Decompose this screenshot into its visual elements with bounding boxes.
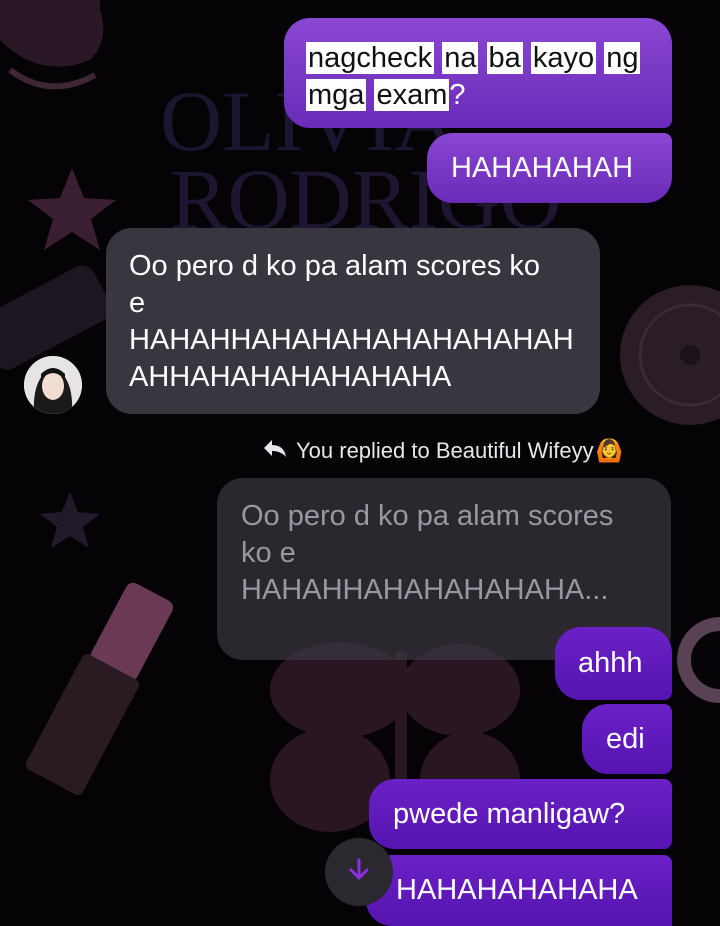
message-word: nagcheck [306, 42, 435, 74]
quoted-line: ko e [241, 537, 296, 569]
message-text: edi [606, 723, 645, 755]
reply-arrow-icon [262, 436, 288, 466]
message-text: pwede manligaw? [393, 798, 626, 830]
quoted-line: Oo pero d ko pa alam scores [241, 500, 614, 532]
arrow-down-icon [345, 856, 373, 889]
message-text: ahhh [578, 647, 643, 679]
message-line: e [129, 287, 146, 319]
message-word: ba [486, 42, 523, 74]
message-line: HAHAHHAHAHAHAHAHAHAHAH [129, 324, 574, 356]
message-line: Oo pero d ko pa alam scores ko [129, 250, 541, 282]
message-sent-6[interactable]: HAHAHAHAHAHA [366, 855, 672, 926]
message-text: HAHAHAHAHAHA [396, 874, 638, 906]
quoted-line: HAHAHHAHAHAHAHAHA... [241, 574, 609, 606]
message-line: AHHAHAHAHAHAHAHA [129, 361, 452, 393]
message-received-1[interactable]: Oo pero d ko pa alam scores ko e HAHAHHA… [106, 228, 600, 414]
message-word: ng [604, 42, 641, 74]
message-word: mga [306, 79, 367, 111]
reply-emoji: 🙆 [595, 438, 623, 463]
message-text: HAHAHAHAH [451, 152, 634, 184]
message-word: na [442, 42, 479, 74]
contact-avatar[interactable] [24, 356, 82, 414]
message-punctuation: ? [449, 79, 466, 111]
message-sent-4[interactable]: edi [582, 704, 672, 774]
message-sent-3[interactable]: ahhh [555, 627, 672, 700]
message-word: kayo [530, 42, 597, 74]
reply-label-text: You replied to Beautiful Wifeyy [296, 438, 594, 463]
message-sent-2[interactable]: HAHAHAHAH [427, 133, 672, 203]
message-sent-1[interactable]: nagcheck na ba kayo ng mga exam? [284, 18, 672, 128]
reply-indicator: You replied to Beautiful Wifeyy 🙆 [262, 436, 623, 466]
message-word: exam [374, 79, 450, 111]
message-sent-5[interactable]: pwede manligaw? [369, 779, 672, 849]
scroll-to-bottom-button[interactable] [325, 838, 393, 906]
chat-screen: OLIVIA RODRIGO nagcheck na ba kayo ng mg… [0, 0, 720, 926]
